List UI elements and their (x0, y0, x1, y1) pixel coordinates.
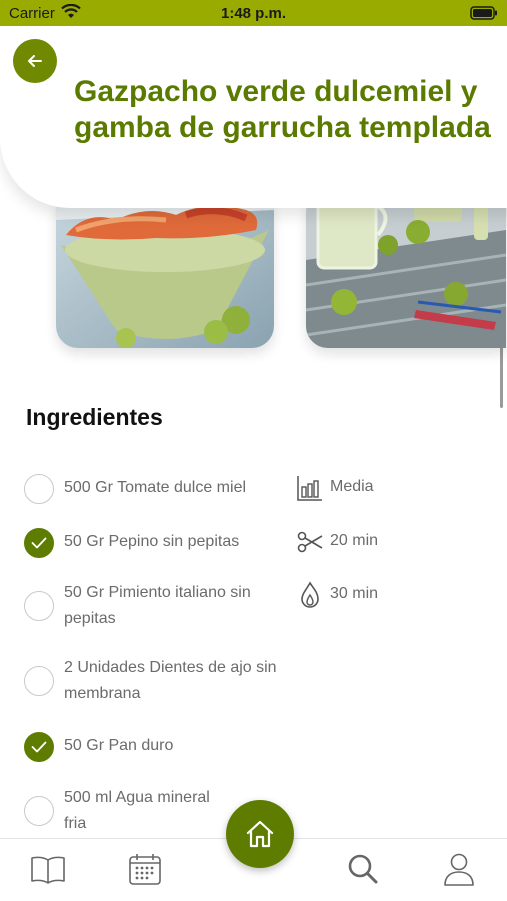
ingredient-label: 500 Gr Tomate dulce miel (64, 479, 247, 496)
status-time: 1:48 p.m. (220, 5, 287, 22)
flame-icon (301, 581, 319, 608)
ingredient-label: 2 Unidades Dientes de ajo sin membrana (64, 659, 277, 702)
ingredient-item[interactable]: 50 Gr Pimiento italiano sin pepitas (24, 580, 284, 634)
ingredient-item[interactable]: 500 Gr Tomate dulce miel (24, 472, 284, 506)
ingredient-item[interactable]: 50 Gr Pan duro (24, 730, 284, 764)
difficulty-label: Media (330, 478, 374, 495)
search-icon (348, 854, 378, 884)
nav-recipes-book[interactable] (26, 847, 70, 891)
ingredient-label: 500 ml Agua mineral fria (64, 789, 210, 832)
book-icon (31, 856, 65, 884)
home-button[interactable] (226, 800, 294, 868)
header-card: Gazpacho verde dulcemiel y gamba de garr… (0, 26, 507, 208)
calendar-icon (129, 854, 161, 885)
status-bar: Carrier 1:48 p.m. (0, 0, 507, 26)
ingredient-label: 50 Gr Pepino sin pepitas (64, 533, 240, 550)
ingredient-item[interactable]: 50 Gr Pepino sin pepitas (24, 526, 284, 560)
ingredient-checkbox[interactable] (24, 528, 54, 558)
battery-icon (470, 6, 498, 24)
nav-search[interactable] (341, 847, 385, 891)
cook-time-label: 30 min (330, 585, 379, 602)
recipe-photo-glass[interactable] (56, 190, 274, 348)
ingredients-heading: Ingredientes (26, 404, 163, 430)
ingredient-label: 50 Gr Pimiento italiano sin pepitas (64, 584, 251, 627)
recipe-photo-jars[interactable] (306, 190, 506, 348)
ingredient-checkbox[interactable] (24, 474, 54, 504)
recipe-title: Gazpacho verde dulcemiel y gamba de garr… (74, 75, 491, 144)
ingredient-checkbox[interactable] (24, 796, 54, 826)
checkmark-icon (31, 741, 47, 753)
difficulty-bars-icon (297, 476, 322, 501)
ingredient-checkbox[interactable] (24, 591, 54, 621)
ingredient-checkbox[interactable] (24, 666, 54, 696)
nav-profile[interactable] (437, 847, 481, 891)
ingredient-checkbox[interactable] (24, 732, 54, 762)
nav-calendar[interactable] (123, 847, 167, 891)
checkmark-icon (31, 537, 47, 549)
back-button[interactable] (13, 39, 57, 83)
ingredient-item[interactable]: 2 Unidades Dientes de ajo sin membrana (24, 655, 284, 709)
ingredient-label: 50 Gr Pan duro (64, 737, 174, 754)
user-icon (444, 853, 474, 886)
arrow-left-icon (28, 55, 42, 67)
scissors-icon (297, 531, 323, 553)
recipe-images-carousel[interactable] (0, 190, 507, 365)
prep-time-label: 20 min (330, 532, 379, 549)
home-icon (246, 820, 274, 848)
